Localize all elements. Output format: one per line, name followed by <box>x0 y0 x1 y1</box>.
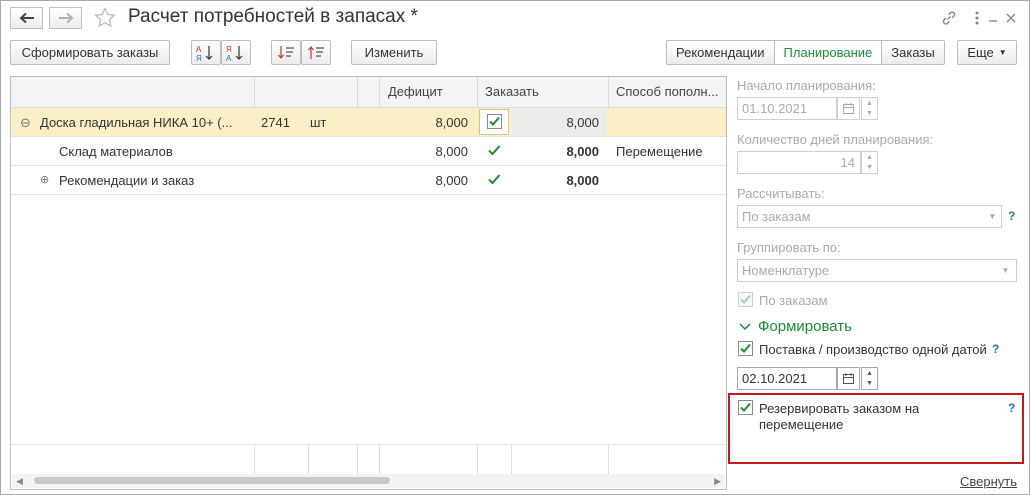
tab-planning[interactable]: Планирование <box>774 41 883 64</box>
edit-button[interactable]: Изменить <box>351 40 437 65</box>
row-order-qty[interactable]: 8,000 <box>511 108 599 137</box>
row-order-qty[interactable]: 8,000 <box>511 137 599 166</box>
tab-orders[interactable]: Заказы <box>882 41 944 64</box>
page-title: Расчет потребностей в запасах * <box>128 6 418 27</box>
sort-ascending-icon: А Я <box>196 45 213 62</box>
form-group-header[interactable]: Формировать <box>758 318 852 335</box>
row-code: 2741 <box>261 115 290 130</box>
row-deficit: 8,000 <box>435 115 468 130</box>
calendar-icon[interactable] <box>837 97 860 120</box>
order-checkbox[interactable] <box>487 143 502 158</box>
order-checkbox[interactable] <box>487 172 502 187</box>
row-name: Склад материалов <box>59 144 173 159</box>
back-button[interactable] <box>10 7 43 29</box>
group-by-value: Номенклатуре <box>742 263 830 278</box>
reserve-checkbox[interactable] <box>738 400 753 415</box>
table-row[interactable]: ⊕ Рекомендации и заказ 8,000 8,000 <box>11 166 726 195</box>
chevron-down-icon: ▼ <box>998 48 1007 57</box>
needs-table: Дефицит Заказать Способ пополн... ⊖ Доск… <box>10 76 727 490</box>
chevron-down-icon[interactable] <box>739 322 751 332</box>
reserve-label-line-2: перемещение <box>759 417 844 432</box>
by-orders-checkbox[interactable] <box>738 292 753 307</box>
close-icon[interactable] <box>1002 9 1020 27</box>
group-by-select[interactable]: Номенклатуре <box>737 259 1017 282</box>
table-header: Дефицит Заказать Способ пополн... <box>11 77 726 108</box>
horizontal-scrollbar[interactable]: ◀ ▶ <box>12 474 725 488</box>
svg-text:Я: Я <box>196 54 202 62</box>
minimize-icon[interactable] <box>984 9 1002 27</box>
list-sort-up-icon <box>308 45 324 59</box>
planning-start-stepper[interactable]: ▲ ▼ <box>861 97 878 120</box>
forward-button[interactable] <box>49 7 82 29</box>
svg-text:Я: Я <box>226 45 232 54</box>
window: Расчет потребностей в запасах * Сформиро… <box>0 0 1030 495</box>
more-button-label: Еще <box>967 45 994 60</box>
column-header-method[interactable]: Способ пополн... <box>608 77 726 107</box>
planning-start-label: Начало планирования: <box>737 78 876 93</box>
table-footer <box>11 444 726 475</box>
chevron-down-icon[interactable]: ▼ <box>983 205 1002 228</box>
move-up-button[interactable] <box>301 40 331 65</box>
arrow-right-icon <box>58 12 73 24</box>
calculate-select[interactable]: По заказам <box>737 205 1002 228</box>
row-deficit: 8,000 <box>435 173 468 188</box>
move-down-button[interactable] <box>271 40 301 65</box>
scrollbar-thumb[interactable] <box>34 477 390 484</box>
collapse-icon[interactable]: ⊖ <box>20 108 31 137</box>
order-checkbox[interactable] <box>487 114 502 129</box>
planning-days-value: 14 <box>840 155 855 170</box>
single-date-label: Поставка / производство одной датой <box>759 342 987 357</box>
table-row[interactable]: ⊖ Доска гладильная НИКА 10+ (... 2741 шт… <box>11 108 726 137</box>
chevron-down-icon[interactable]: ▼ <box>996 259 1015 282</box>
svg-text:А: А <box>226 54 232 62</box>
single-date-checkbox[interactable] <box>738 341 753 356</box>
list-sort-down-icon <box>278 45 294 59</box>
collapse-link[interactable]: Свернуть <box>960 474 1017 489</box>
form-orders-button[interactable]: Сформировать заказы <box>10 40 170 65</box>
calculate-value: По заказам <box>742 209 811 224</box>
row-name: Рекомендации и заказ <box>59 173 195 188</box>
column-header-code[interactable] <box>254 77 308 107</box>
scroll-left-icon[interactable]: ◀ <box>16 476 23 487</box>
sort-ascending-button[interactable]: А Я <box>191 40 221 65</box>
expand-icon[interactable]: ⊕ <box>40 166 49 195</box>
planning-start-field[interactable]: 01.10.2021 <box>737 97 837 120</box>
scroll-right-icon[interactable]: ▶ <box>714 476 721 487</box>
view-tabs: Рекомендации Планирование Заказы <box>666 40 945 65</box>
more-button[interactable]: Еще ▼ <box>957 40 1017 65</box>
calculate-label: Рассчитывать: <box>737 186 825 201</box>
row-deficit: 8,000 <box>435 144 468 159</box>
column-header-unit[interactable] <box>308 77 357 107</box>
arrow-left-icon <box>19 12 34 24</box>
reserve-label-line-1: Резервировать заказом на <box>759 401 920 416</box>
supply-date-stepper[interactable]: ▲ ▼ <box>861 367 878 390</box>
help-icon[interactable]: ? <box>992 342 999 356</box>
column-header-order[interactable]: Заказать <box>477 77 607 107</box>
group-by-label: Группировать по: <box>737 240 841 255</box>
column-header-deficit[interactable]: Дефицит <box>380 77 477 107</box>
supply-date-field[interactable]: 02.10.2021 <box>737 367 837 390</box>
sort-descending-icon: Я А <box>226 45 243 62</box>
table-row[interactable]: Склад материалов 8,000 8,000 Перемещение <box>11 137 726 166</box>
help-icon[interactable]: ? <box>1008 401 1015 415</box>
column-header-name[interactable] <box>11 77 254 107</box>
help-icon[interactable]: ? <box>1008 209 1015 223</box>
planning-start-value: 01.10.2021 <box>742 101 808 116</box>
row-order-qty[interactable]: 8,000 <box>511 166 599 195</box>
planning-days-stepper[interactable]: ▲ ▼ <box>861 151 878 174</box>
tab-recommendations[interactable]: Рекомендации <box>667 41 775 64</box>
star-icon[interactable] <box>94 7 116 28</box>
by-orders-label: По заказам <box>759 293 828 308</box>
row-unit: шт <box>310 115 327 130</box>
row-method: Перемещение <box>616 144 703 159</box>
calendar-icon[interactable] <box>837 367 860 390</box>
link-icon[interactable] <box>940 9 958 27</box>
supply-date-value: 02.10.2021 <box>742 371 808 386</box>
row-name: Доска гладильная НИКА 10+ (... <box>40 115 233 130</box>
title-bar: Расчет потребностей в запасах * <box>1 1 1029 35</box>
planning-days-label: Количество дней планирования: <box>737 132 934 147</box>
svg-text:А: А <box>196 45 202 54</box>
sort-descending-button[interactable]: Я А <box>221 40 251 65</box>
planning-days-field[interactable]: 14 <box>737 151 861 174</box>
